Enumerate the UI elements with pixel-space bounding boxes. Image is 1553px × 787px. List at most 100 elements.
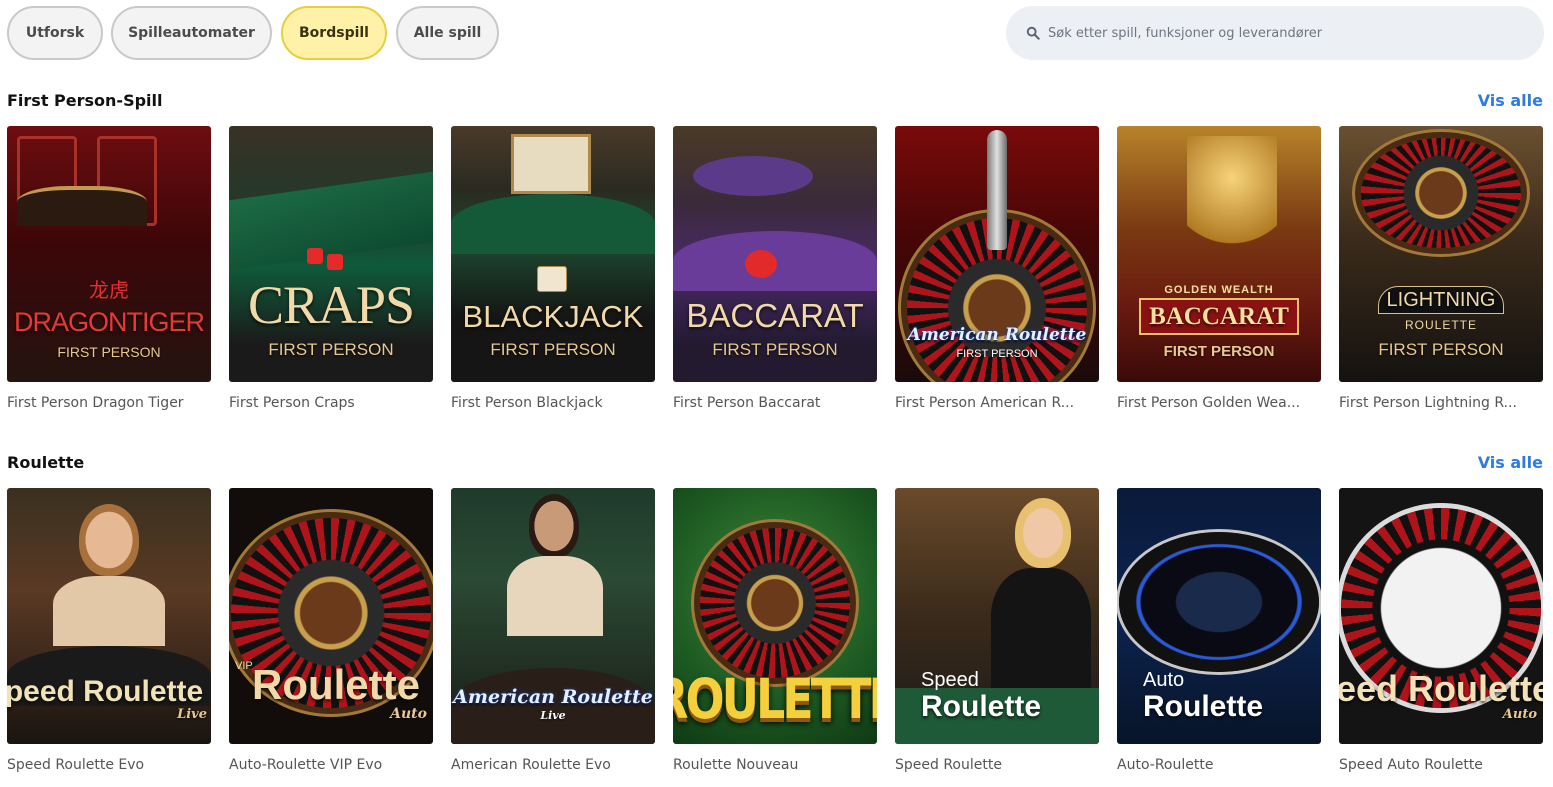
top-bar: Utforsk Spilleautomater Bordspill Alle s… xyxy=(0,0,1553,66)
section-title-roulette: Roulette xyxy=(7,453,85,472)
game-thumbnail[interactable]: 龙虎 DRAGONTIGER FIRST PERSON xyxy=(7,126,211,382)
game-thumbnail[interactable]: American Roulette FIRST PERSON xyxy=(895,126,1099,382)
baccarat-table-decoration xyxy=(693,156,813,196)
game-logo: Roulette xyxy=(252,661,420,708)
dealer-decoration xyxy=(529,494,579,558)
dealer-decoration xyxy=(53,576,165,646)
tab-label: Utforsk xyxy=(25,25,85,41)
game-logo-sub: FIRST PERSON xyxy=(956,348,1038,360)
dice-icon xyxy=(327,254,343,270)
game-logo: BACCARAT xyxy=(1139,298,1299,335)
game-logo: BACCARAT xyxy=(686,297,864,334)
game-logo: Roulette xyxy=(1143,690,1263,723)
search-input[interactable] xyxy=(1048,25,1528,41)
game-thumbnail[interactable]: ROULETTE xyxy=(673,488,877,744)
game-title: Speed Auto Roulette xyxy=(1339,757,1483,773)
game-title: First Person Dragon Tiger xyxy=(7,395,184,411)
game-thumbnail[interactable]: CRAPS FIRST PERSON xyxy=(229,126,433,382)
wheel-spindle-decoration xyxy=(987,130,1007,250)
game-title: Speed Roulette Evo xyxy=(7,757,145,773)
game-card-speed-auto-roulette[interactable]: Speed Roulette Auto Speed Auto Roulette xyxy=(1339,488,1543,773)
game-thumbnail[interactable]: BLACKJACK FIRST PERSON xyxy=(451,126,655,382)
game-title: Auto-Roulette xyxy=(1117,757,1214,773)
roulette-wheel-decoration xyxy=(1361,138,1521,248)
game-logo: American Roulette xyxy=(453,686,653,708)
dealer-decoration xyxy=(991,568,1091,688)
game-logo-sub: FIRST PERSON xyxy=(712,340,838,359)
game-title: First Person Craps xyxy=(229,395,355,411)
game-logo: Speed Roulette xyxy=(7,675,204,708)
tab-bordspill[interactable]: Bordspill xyxy=(281,6,387,60)
game-logo: American Roulette xyxy=(907,325,1087,345)
game-logo: Roulette xyxy=(921,690,1041,723)
game-logo: Speed Roulette xyxy=(1339,668,1543,709)
game-card-speed-roulette-evo[interactable]: Speed Roulette Live Speed Roulette Evo xyxy=(7,488,211,773)
game-title: First Person American R... xyxy=(895,395,1075,411)
dealer-decoration xyxy=(507,556,603,636)
search-icon xyxy=(1026,26,1040,40)
game-card-auto-roulette-vip[interactable]: VIP Roulette Auto Auto-Roulette VIP Evo xyxy=(229,488,433,773)
game-title: First Person Blackjack xyxy=(451,395,603,411)
game-logo-sub: FIRST PERSON xyxy=(1378,340,1504,359)
game-row-roulette: Speed Roulette Live Speed Roulette Evo V… xyxy=(7,488,1547,787)
game-thumbnail[interactable]: GOLDEN WEALTH BACCARAT FIRST PERSON xyxy=(1117,126,1321,382)
game-title: First Person Lightning R... xyxy=(1339,395,1517,411)
vis-alle-link-first-person[interactable]: Vis alle xyxy=(1478,91,1543,110)
game-logo: BLACKJACK xyxy=(462,299,644,334)
search-box[interactable] xyxy=(1006,6,1544,60)
game-title: American Roulette Evo xyxy=(451,757,611,773)
vis-alle-link-roulette[interactable]: Vis alle xyxy=(1478,453,1543,472)
game-logo: LIGHTNING xyxy=(1377,286,1505,314)
game-thumbnail[interactable]: BACCARAT FIRST PERSON xyxy=(673,126,877,382)
roulette-wheel-decoration xyxy=(1119,532,1319,672)
logo-chinese-text: 龙虎 xyxy=(89,278,129,302)
game-card-craps[interactable]: CRAPS FIRST PERSON First Person Craps xyxy=(229,126,433,411)
game-logo-sub: FIRST PERSON xyxy=(57,344,161,360)
game-card-blackjack[interactable]: BLACKJACK FIRST PERSON First Person Blac… xyxy=(451,126,655,411)
dealer-decoration xyxy=(1015,498,1071,568)
logo-top-text: Speed xyxy=(921,669,979,691)
game-logo-sub: Live xyxy=(177,707,207,722)
tab-label: Bordspill xyxy=(299,25,369,41)
golden-dragon-decoration xyxy=(1187,136,1277,276)
logo-top-text: GOLDEN WEALTH xyxy=(1164,284,1274,296)
game-logo: ROULETTE xyxy=(673,666,877,732)
game-card-dragon-tiger[interactable]: 龙虎 DRAGONTIGER FIRST PERSON First Person… xyxy=(7,126,211,411)
game-thumbnail[interactable]: American Roulette Live xyxy=(451,488,655,744)
game-logo: CRAPS xyxy=(247,275,415,335)
game-thumbnail[interactable]: Auto Roulette xyxy=(1117,488,1321,744)
tab-utforsk[interactable]: Utforsk xyxy=(7,6,103,60)
tab-label: Spilleautomater xyxy=(128,25,255,41)
game-logo: DRAGONTIGER xyxy=(13,307,205,337)
game-thumbnail[interactable]: LIGHTNING ROULETTE FIRST PERSON xyxy=(1339,126,1543,382)
logo-top-text: VIP xyxy=(235,660,253,672)
blackjack-table-decoration xyxy=(451,194,655,254)
game-thumbnail[interactable]: Speed Roulette Auto xyxy=(1339,488,1543,744)
window-decoration xyxy=(511,134,591,194)
game-card-roulette-nouveau[interactable]: ROULETTE Roulette Nouveau xyxy=(673,488,877,773)
game-title: Speed Roulette xyxy=(895,757,1002,773)
game-card-golden-wealth-baccarat[interactable]: GOLDEN WEALTH BACCARAT FIRST PERSON Firs… xyxy=(1117,126,1321,411)
game-thumbnail[interactable]: Speed Roulette xyxy=(895,488,1099,744)
game-card-lightning-roulette[interactable]: LIGHTNING ROULETTE FIRST PERSON First Pe… xyxy=(1339,126,1543,411)
game-card-speed-roulette[interactable]: Speed Roulette Speed Roulette xyxy=(895,488,1099,773)
tab-alle-spill[interactable]: Alle spill xyxy=(396,6,499,60)
playing-cards-icon xyxy=(537,266,567,292)
dealer-decoration xyxy=(79,504,139,576)
game-card-auto-roulette[interactable]: Auto Roulette Auto-Roulette xyxy=(1117,488,1321,773)
game-title: Auto-Roulette VIP Evo xyxy=(229,757,383,773)
game-card-baccarat[interactable]: BACCARAT FIRST PERSON First Person Bacca… xyxy=(673,126,877,411)
game-card-american-roulette-evo[interactable]: American Roulette Live American Roulette… xyxy=(451,488,655,773)
tab-spilleautomater[interactable]: Spilleautomater xyxy=(111,6,272,60)
table-decoration xyxy=(17,186,147,226)
game-thumbnail[interactable]: Speed Roulette Live xyxy=(7,488,211,744)
game-card-american-roulette[interactable]: American Roulette FIRST PERSON First Per… xyxy=(895,126,1099,411)
game-logo-sub: Auto xyxy=(390,706,427,722)
game-thumbnail[interactable]: VIP Roulette Auto xyxy=(229,488,433,744)
game-row-first-person: 龙虎 DRAGONTIGER FIRST PERSON First Person… xyxy=(7,126,1547,426)
game-logo-sub: FIRST PERSON xyxy=(490,340,616,359)
tab-label: Alle spill xyxy=(413,25,482,41)
logo-top-text: Auto xyxy=(1143,669,1185,691)
section-title-first-person: First Person-Spill xyxy=(7,91,163,110)
game-title: Roulette Nouveau xyxy=(673,757,799,773)
